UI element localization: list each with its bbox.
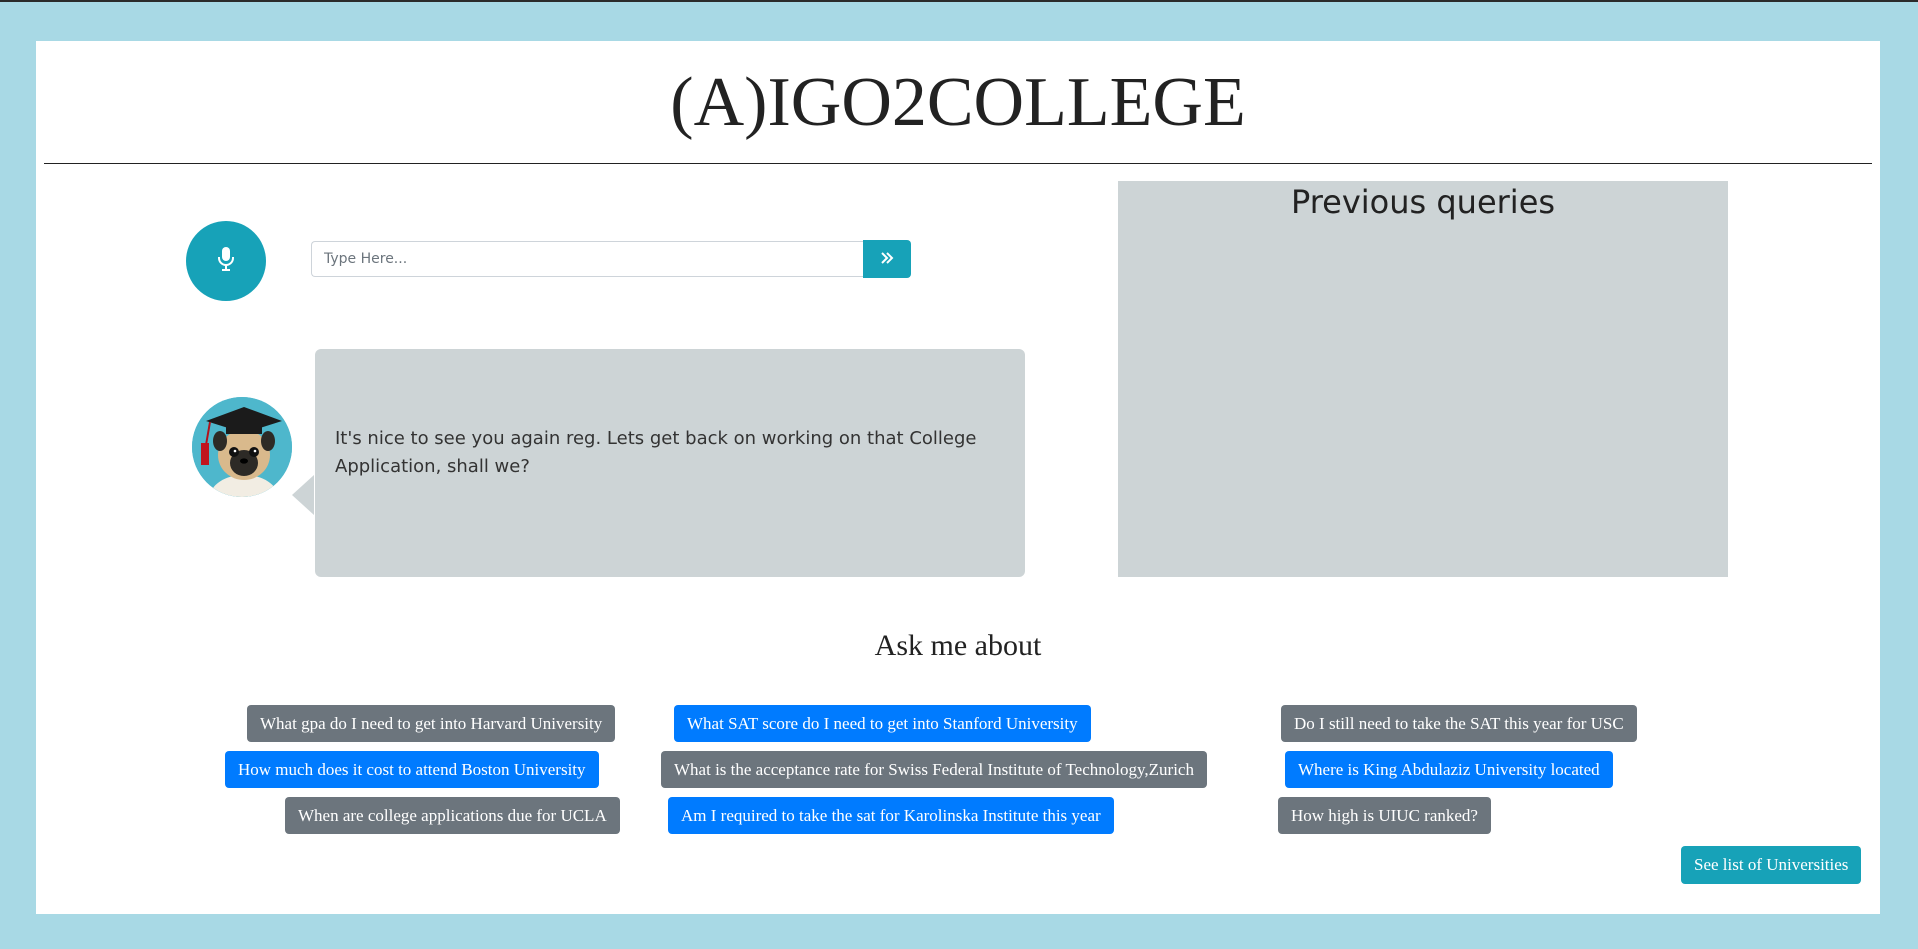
suggestion-chip[interactable]: Where is King Abdulaziz University locat… [1285, 751, 1613, 788]
suggestion-chip[interactable]: What gpa do I need to get into Harvard U… [247, 705, 616, 742]
search-bar [311, 240, 911, 278]
header-divider [44, 163, 1872, 164]
previous-queries-title: Previous queries [1290, 183, 1556, 221]
chat-message: It's nice to see you again reg. Lets get… [335, 428, 977, 477]
chat-bubble: It's nice to see you again reg. Lets get… [315, 349, 1025, 577]
suggestion-chip[interactable]: When are college applications due for UC… [285, 797, 620, 834]
see-universities-button[interactable]: See list of Universities [1681, 846, 1862, 884]
suggestion-chip[interactable]: What SAT score do I need to get into Sta… [674, 705, 1091, 742]
chat-bubble-tail [292, 475, 314, 515]
suggestion-chip[interactable]: What is the acceptance rate for Swiss Fe… [661, 751, 1207, 788]
page-title: (A)IGO2COLLEGE [670, 64, 1246, 141]
microphone-icon [216, 246, 236, 277]
ask-me-about-heading: Ask me about [874, 629, 1042, 662]
suggestion-chip[interactable]: Am I required to take the sat for Karoli… [668, 797, 1114, 834]
send-button[interactable] [863, 240, 911, 278]
pug-graduate-avatar [192, 397, 292, 497]
suggestion-chip[interactable]: How much does it cost to attend Boston U… [225, 751, 599, 788]
search-input[interactable] [311, 241, 863, 277]
main-card: (A)IGO2COLLEGE Type Here... It's nice to… [36, 41, 1880, 914]
suggestion-chip[interactable]: How high is UIUC ranked? [1278, 797, 1491, 834]
top-border [0, 0, 1918, 2]
suggestion-chip[interactable]: Do I still need to take the SAT this yea… [1281, 705, 1637, 742]
bot-avatar [192, 397, 292, 497]
previous-queries-panel: Previous queries [1118, 181, 1728, 577]
microphone-button[interactable] [186, 221, 266, 301]
double-chevron-right-icon [880, 251, 894, 267]
